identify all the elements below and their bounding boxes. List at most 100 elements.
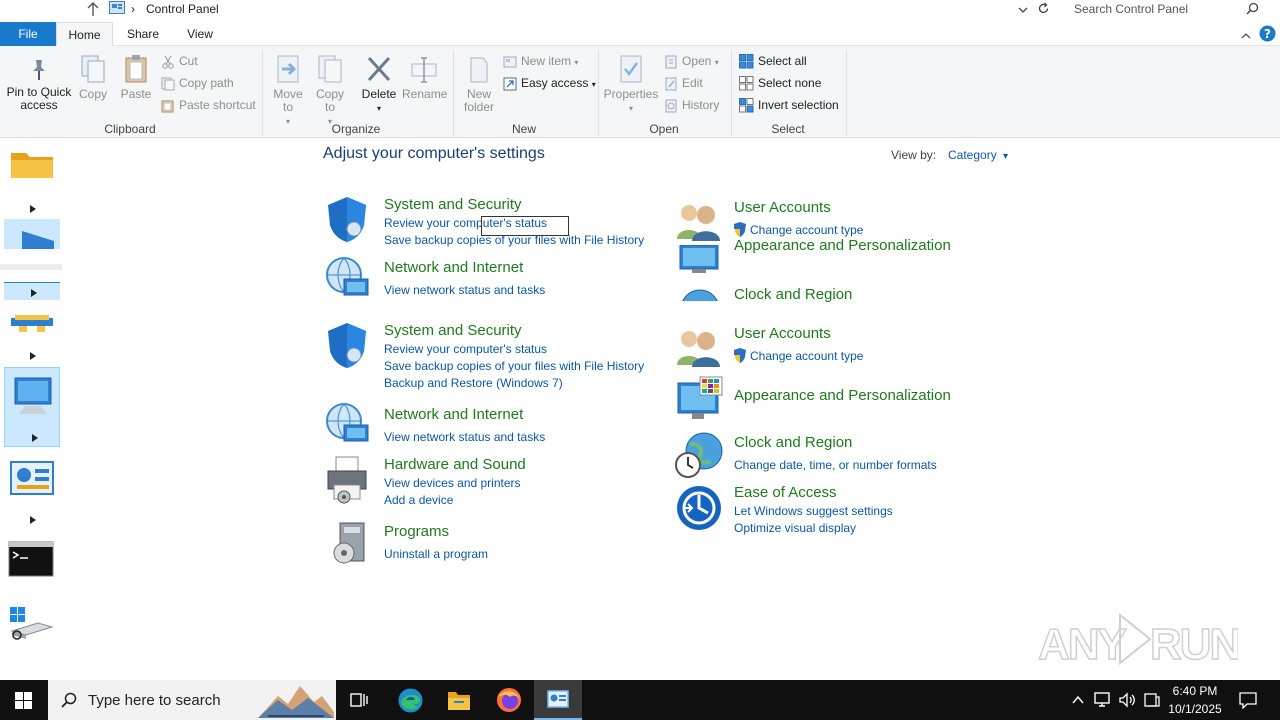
ghost-network-link[interactable]: Network and Internet (384, 259, 523, 276)
tab-home[interactable]: Home (56, 22, 113, 46)
windows-start-icon[interactable] (15, 692, 32, 709)
svg-text:ANY: ANY (1038, 620, 1127, 669)
view-network-link[interactable]: View network status and tasks (384, 430, 545, 444)
clock-date[interactable]: 10/1/2025 (1162, 702, 1228, 716)
easy-access-button[interactable]: Easy access ▾ (503, 74, 596, 92)
file-explorer-icon[interactable] (447, 689, 471, 711)
properties-button[interactable]: Properties ▾ (603, 54, 659, 115)
ghost-user-accounts-link[interactable]: User Accounts (734, 199, 831, 216)
ribbon-collapse-chevron-icon[interactable] (1241, 29, 1251, 39)
new-item-button[interactable]: New item ▾ (503, 52, 578, 70)
firefox-icon[interactable] (496, 687, 522, 713)
notification-center-icon[interactable] (1239, 691, 1257, 710)
open-label: Open (682, 54, 712, 68)
edit-button[interactable]: Edit (664, 74, 703, 92)
volume-icon[interactable] (1118, 691, 1136, 709)
ghost-save-backup-link[interactable]: Save backup copies of your files with Fi… (384, 233, 644, 247)
ghost-view-network-link[interactable]: View network status and tasks (384, 283, 545, 297)
paste-shortcut-button[interactable]: Paste shortcut (161, 96, 256, 114)
taskbar-control-panel-button[interactable] (534, 680, 582, 720)
ghost-system-security-link[interactable]: System and Security (384, 196, 522, 213)
edit-label: Edit (682, 76, 703, 90)
search-input[interactable]: Search Control Panel (1074, 2, 1188, 16)
change-date-formats-link[interactable]: Change date, time, or number formats (734, 458, 937, 472)
breadcrumb-location[interactable]: Control Panel (146, 2, 219, 16)
move-to-label: Move to (273, 87, 303, 114)
add-device-link[interactable]: Add a device (384, 493, 453, 507)
change-account-type-link[interactable]: Change account type (750, 349, 863, 363)
ghost-appearance-link[interactable]: Appearance and Personalization (734, 235, 994, 253)
select-all-button[interactable]: Select all (739, 52, 807, 70)
control-panel-icon[interactable] (10, 461, 54, 495)
expand-arrow-icon[interactable] (29, 514, 37, 524)
history-button[interactable]: History (664, 96, 719, 114)
delete-button[interactable]: Delete ▾ (360, 54, 398, 115)
chevron-down-icon: ▾ (1003, 151, 1009, 162)
expand-arrow-icon[interactable] (29, 203, 37, 213)
tab-view[interactable]: View (178, 22, 222, 46)
copy-button[interactable]: Copy (76, 54, 110, 101)
open-button[interactable]: Open ▾ (664, 52, 719, 70)
cut-button[interactable]: Cut (161, 52, 198, 70)
invert-selection-button[interactable]: Invert selection (739, 96, 839, 114)
copy-path-icon (161, 77, 175, 91)
copy-to-button[interactable]: Copy to ▾ (310, 54, 350, 128)
ribbon: Pin to Quick access Copy Paste Cut Copy … (0, 46, 1280, 138)
ghost-clock-link[interactable]: Clock and Region (734, 286, 852, 303)
hardware-sound-link[interactable]: Hardware and Sound (384, 456, 526, 473)
up-arrow-icon[interactable] (86, 1, 100, 17)
clipboard-group-label: Clipboard (104, 122, 156, 136)
clock-region-link[interactable]: Clock and Region (734, 434, 852, 451)
tab-share[interactable]: Share (120, 22, 166, 46)
review-status-link[interactable]: Review your computer's status (384, 342, 547, 356)
user-accounts-link[interactable]: User Accounts (734, 325, 831, 342)
programs-link[interactable]: Programs (384, 523, 449, 540)
copy-path-label: Copy path (179, 76, 234, 90)
system-security-link[interactable]: System and Security (384, 322, 522, 339)
taskbar-search-box[interactable]: Type here to search (48, 680, 336, 720)
network-icon[interactable] (1094, 691, 1112, 709)
select-none-icon (739, 76, 754, 91)
edge-browser-icon[interactable] (398, 688, 423, 713)
task-view-icon[interactable] (350, 691, 368, 709)
windows-suggest-settings-link[interactable]: Let Windows suggest settings (734, 504, 893, 518)
nav-item-this-pc[interactable] (4, 367, 60, 447)
folder-icon[interactable] (10, 149, 54, 179)
network-internet-link[interactable]: Network and Internet (384, 406, 523, 423)
nav-item-highlighted[interactable] (4, 219, 60, 249)
printer-icon (324, 455, 372, 505)
search-icon (61, 692, 77, 708)
keyboard-input-icon[interactable] (1143, 691, 1161, 709)
appearance-personalization-link[interactable]: Appearance and Personalization (734, 387, 951, 404)
nav-item-highlighted[interactable] (4, 282, 60, 300)
ease-of-access-link[interactable]: Ease of Access (734, 484, 837, 501)
refresh-icon[interactable] (1037, 2, 1050, 15)
backup-restore-link[interactable]: Backup and Restore (Windows 7) (384, 376, 563, 390)
pin-to-quick-access-button[interactable]: Pin to Quick access (4, 58, 74, 112)
copy-path-button[interactable]: Copy path (161, 74, 234, 92)
windows-drive-icon[interactable] (8, 605, 54, 641)
tab-file[interactable]: File (0, 22, 56, 46)
move-to-button[interactable]: Move to ▾ (268, 54, 308, 128)
clock-time[interactable]: 6:40 PM (1162, 684, 1228, 698)
rename-button[interactable]: Rename (402, 54, 447, 101)
chevron-down-icon[interactable] (1018, 4, 1028, 14)
help-icon[interactable]: ? (1259, 25, 1276, 42)
shield-icon (324, 195, 370, 243)
delete-label: Delete (361, 87, 397, 101)
properties-dropdown-icon: ▾ (628, 104, 633, 113)
search-icon[interactable] (1246, 2, 1259, 15)
paste-button[interactable]: Paste (117, 54, 155, 101)
view-by-dropdown[interactable]: Category ▾ (948, 148, 1008, 162)
new-folder-button[interactable]: New folder (458, 54, 500, 114)
expand-arrow-icon[interactable] (29, 350, 37, 360)
save-backup-link[interactable]: Save backup copies of your files with Fi… (384, 359, 644, 373)
select-none-button[interactable]: Select none (739, 74, 821, 92)
view-devices-link[interactable]: View devices and printers (384, 476, 521, 490)
uninstall-program-link[interactable]: Uninstall a program (384, 547, 488, 561)
command-prompt-icon[interactable] (8, 541, 54, 577)
optimize-visual-display-link[interactable]: Optimize visual display (734, 521, 856, 535)
show-hidden-icons-chevron-icon[interactable] (1072, 694, 1084, 704)
pin-label: Pin to Quick access (6, 85, 72, 112)
network-drive-icon[interactable] (10, 314, 54, 336)
